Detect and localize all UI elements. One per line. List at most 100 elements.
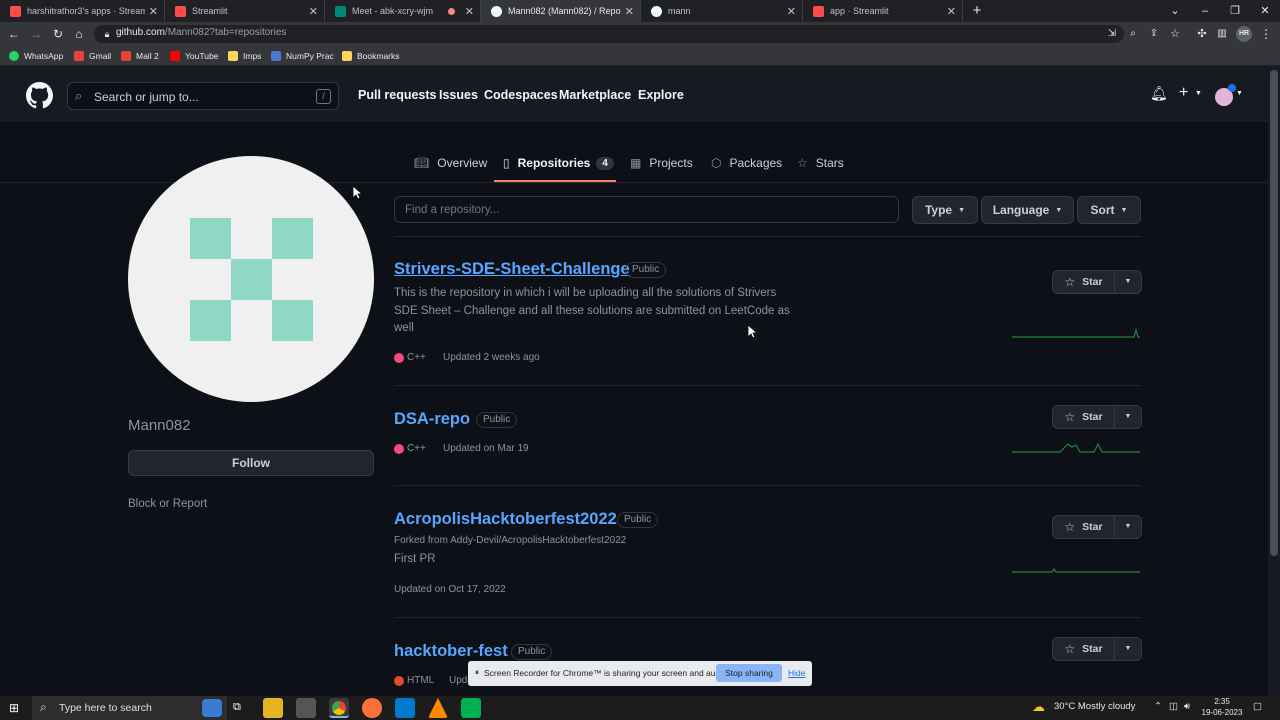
bell-icon[interactable]: 🔔︎	[1150, 85, 1168, 102]
lock-icon[interactable]: 🔒︎	[99, 26, 115, 42]
bookmark-star-icon[interactable]: ☆	[1167, 26, 1183, 42]
firefox-icon[interactable]	[362, 698, 382, 718]
extensions-icon[interactable]: ✣	[1194, 26, 1210, 42]
taskbar-search[interactable]: ⌕ Type here to search	[32, 696, 227, 720]
meet-app-icon[interactable]	[461, 698, 481, 718]
close-icon[interactable]: ✕	[625, 5, 634, 18]
star-button-main[interactable]: ☆ Star	[1053, 516, 1115, 538]
browser-tab[interactable]: app · Streamlit ✕	[803, 0, 963, 22]
star-button-main[interactable]: ☆ Star	[1053, 638, 1115, 660]
tab-projects[interactable]: ▦ Projects	[630, 154, 693, 172]
star-button-main[interactable]: ☆ Star	[1053, 271, 1115, 293]
clock-time: 2:35	[1214, 697, 1230, 706]
star-button-main[interactable]: ☆ Star	[1053, 406, 1115, 428]
zoom-icon[interactable]: ⌕	[1125, 26, 1141, 42]
stop-sharing-button[interactable]: Stop sharing	[716, 664, 782, 682]
star-button[interactable]: ☆ Star ▼	[1052, 637, 1142, 661]
tab-packages[interactable]: ⬡ Packages	[711, 154, 782, 172]
nav-marketplace[interactable]: Marketplace	[559, 88, 631, 102]
weather-text[interactable]: 30°C Mostly cloudy	[1054, 701, 1135, 712]
close-icon[interactable]: ✕	[309, 5, 318, 18]
browser-tab[interactable]: Streamlit ✕	[165, 0, 325, 22]
tab-overview[interactable]: 📖︎ Overview	[414, 154, 487, 172]
bookmark-whatsapp[interactable]: WhatsApp	[9, 49, 63, 63]
vscode-icon[interactable]	[395, 698, 415, 718]
star-list-dropdown[interactable]: ▼	[1115, 516, 1141, 538]
bookmark-gmail[interactable]: Gmail	[74, 49, 111, 63]
new-tab-button[interactable]: +	[968, 2, 986, 20]
browser-tab-active[interactable]: Mann082 (Mann082) / Repositories ✕	[481, 0, 641, 22]
repo-language: HTML	[394, 675, 434, 686]
windows-start-icon[interactable]: ⊞	[9, 701, 19, 715]
star-button[interactable]: ☆ Star ▼	[1052, 515, 1142, 539]
divider	[394, 617, 1141, 618]
task-view-icon[interactable]: ⧉	[233, 701, 241, 714]
bookmark-youtube[interactable]: YouTube	[170, 49, 218, 63]
repo-name-link[interactable]: AcropolisHacktoberfest2022	[394, 510, 617, 529]
bookmark-imps[interactable]: Imps	[228, 49, 261, 63]
nav-pull-requests[interactable]: Pull requests	[358, 88, 437, 102]
close-icon[interactable]: ✕	[787, 5, 796, 18]
install-icon[interactable]: ⇲	[1104, 26, 1120, 42]
tab-search-icon[interactable]: ⌄	[1160, 0, 1190, 22]
nav-explore[interactable]: Explore	[638, 88, 684, 102]
bookmark-mail2[interactable]: Mail 2	[121, 49, 159, 63]
repo-updated: Updated 2 weeks ago	[443, 352, 540, 363]
star-list-dropdown[interactable]: ▼	[1115, 406, 1141, 428]
nav-issues[interactable]: Issues	[439, 88, 478, 102]
nav-codespaces[interactable]: Codespaces	[484, 88, 558, 102]
sort-dropdown[interactable]: Sort ▼	[1077, 196, 1141, 224]
tab-repositories[interactable]: ▯ Repositories 4	[503, 154, 614, 172]
find-repository-input[interactable]: Find a repository...	[394, 196, 899, 223]
star-list-dropdown[interactable]: ▼	[1115, 271, 1141, 293]
back-icon[interactable]: ←	[6, 26, 22, 42]
browser-tab[interactable]: Meet - abk-xcry-wjm ✕	[325, 0, 481, 22]
vlc-icon[interactable]	[428, 698, 448, 718]
close-icon[interactable]: ✕	[947, 5, 956, 18]
follow-button[interactable]: Follow	[128, 450, 374, 476]
window-close-icon[interactable]: ✕	[1250, 0, 1280, 22]
home-icon[interactable]: ⌂	[71, 26, 87, 42]
close-icon[interactable]: ✕	[149, 5, 158, 18]
tray-chevron-icon[interactable]: ⌃	[1154, 701, 1162, 712]
file-explorer-icon[interactable]	[263, 698, 283, 718]
reload-icon[interactable]: ↻	[50, 26, 66, 42]
plus-icon[interactable]: +	[1179, 84, 1188, 102]
browser-tab[interactable]: harshitrathor3's apps · Streamlit ✕	[0, 0, 165, 22]
network-icon[interactable]: ◫	[1169, 701, 1178, 712]
chevron-down-icon[interactable]: ▼	[1195, 90, 1202, 97]
volume-icon[interactable]: 🔊︎	[1184, 701, 1190, 712]
bookmark-numpy[interactable]: NumPy Prac	[271, 49, 334, 63]
kebab-menu-icon[interactable]: ⋮	[1258, 26, 1274, 42]
chevron-down-icon[interactable]: ▼	[1236, 90, 1243, 97]
chrome-icon[interactable]	[329, 698, 349, 718]
star-button[interactable]: ☆ Star ▼	[1052, 405, 1142, 429]
browser-tab[interactable]: mann ✕	[641, 0, 803, 22]
repo-name-link[interactable]: hacktober-fest	[394, 642, 508, 661]
hide-link[interactable]: Hide	[788, 668, 805, 678]
repo-name-link[interactable]: Strivers-SDE-Sheet-Challenge	[394, 260, 630, 279]
maximize-icon[interactable]: ❐	[1220, 0, 1250, 22]
profile-avatar[interactable]	[128, 156, 374, 402]
language-dropdown[interactable]: Language ▼	[981, 196, 1074, 224]
type-dropdown[interactable]: Type ▼	[912, 196, 978, 224]
scrollbar-thumb[interactable]	[1270, 70, 1278, 556]
share-icon[interactable]: ⇪	[1146, 26, 1162, 42]
notifications-icon[interactable]: ▢	[1253, 701, 1262, 712]
forward-icon[interactable]: →	[28, 26, 44, 42]
clock[interactable]: 2:35 19-06-2023	[1200, 696, 1244, 718]
tab-stars[interactable]: ☆ Stars	[797, 154, 844, 172]
minimize-icon[interactable]: –	[1190, 0, 1220, 22]
identicon-block	[190, 218, 231, 259]
star-button[interactable]: ☆ Star ▼	[1052, 270, 1142, 294]
side-panel-icon[interactable]: ▥	[1214, 26, 1230, 42]
github-logo-icon[interactable]	[26, 82, 53, 109]
bookmark-folder[interactable]: Bookmarks	[342, 49, 400, 63]
close-icon[interactable]: ✕	[465, 5, 474, 18]
profile-avatar[interactable]: HR	[1236, 26, 1252, 42]
search-input[interactable]: ⌕ Search or jump to... /	[67, 82, 339, 110]
block-or-report-link[interactable]: Block or Report	[128, 498, 207, 510]
repo-name-link[interactable]: DSA-repo	[394, 410, 470, 429]
store-icon[interactable]	[296, 698, 316, 718]
star-list-dropdown[interactable]: ▼	[1115, 638, 1141, 660]
